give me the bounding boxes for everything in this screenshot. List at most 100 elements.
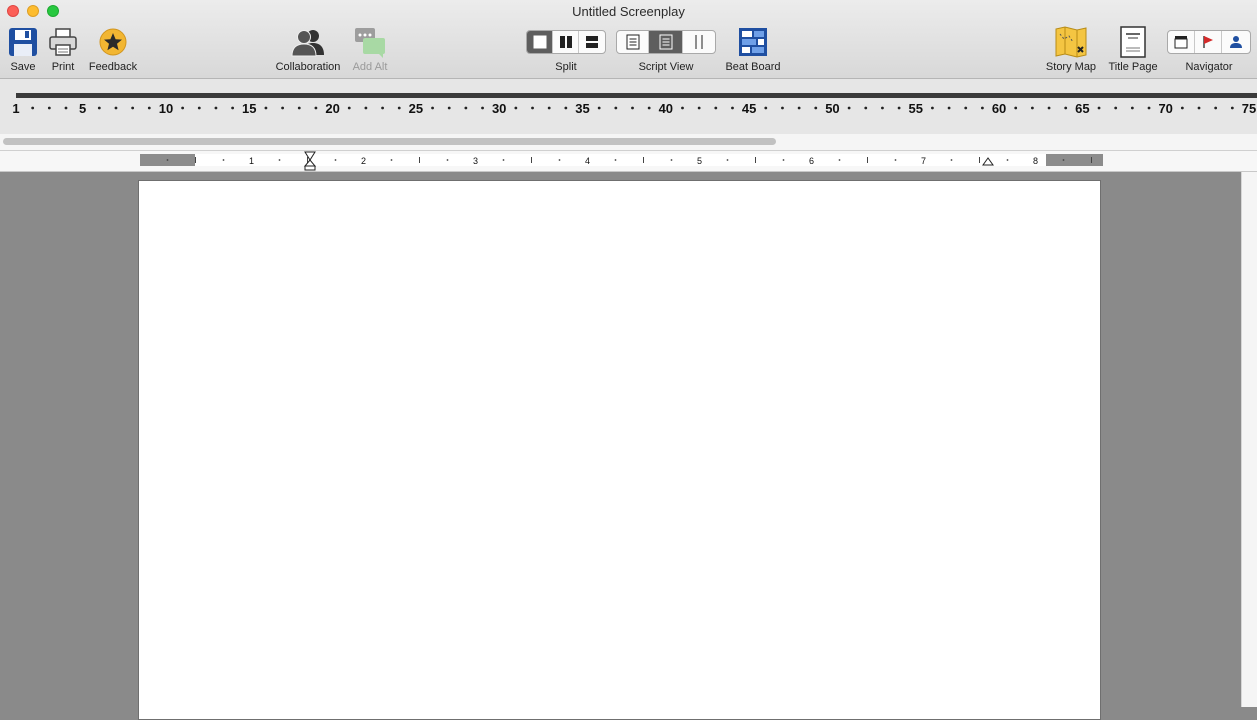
star-badge-icon — [98, 24, 128, 60]
page-view-icon — [626, 34, 639, 50]
column-ruler-label: 20 — [325, 101, 339, 116]
column-ruler-tick — [614, 106, 618, 110]
script-page[interactable] — [138, 180, 1101, 720]
navigator-scenes-button[interactable] — [1168, 31, 1195, 53]
split-vertical-button[interactable] — [553, 31, 579, 53]
columns-view-button[interactable] — [683, 31, 715, 53]
page-ruler-label: 5 — [697, 156, 702, 166]
title-page-button[interactable]: Title Page — [1104, 24, 1162, 73]
story-map-button[interactable]: Story Map — [1043, 24, 1099, 73]
page-ruler-tick — [334, 159, 337, 161]
column-ruler-tick — [481, 106, 484, 110]
floppy-disk-icon — [8, 24, 38, 60]
navigator-characters-button[interactable] — [1222, 31, 1250, 53]
collaboration-button[interactable]: Collaboration — [271, 24, 345, 73]
column-ruler-tick — [314, 106, 318, 110]
column-ruler-tick — [1030, 106, 1034, 110]
column-ruler-label: 5 — [79, 101, 86, 116]
save-label: Save — [10, 61, 36, 73]
page-ruler-label: 6 — [809, 156, 814, 166]
vertical-scrollbar[interactable] — [1241, 172, 1257, 707]
column-ruler-tick — [1130, 106, 1134, 110]
vertical-split-icon — [559, 36, 572, 48]
horizontal-split-icon — [586, 36, 598, 48]
add-alt-label: Add Alt — [352, 61, 388, 73]
print-label: Print — [51, 61, 75, 73]
script-view-segmented-control — [616, 30, 716, 54]
folded-map-icon — [1055, 24, 1087, 60]
column-ruler-label: 40 — [659, 101, 673, 116]
column-ruler-tick — [181, 106, 185, 110]
column-ruler-label: 45 — [742, 101, 756, 116]
printer-icon — [48, 24, 78, 60]
column-ruler-label: 25 — [409, 101, 423, 116]
column-ruler-label: 65 — [1075, 101, 1089, 116]
column-ruler-tick — [714, 106, 718, 110]
column-ruler-tick — [631, 106, 634, 110]
save-button[interactable]: Save — [5, 24, 41, 73]
people-icon — [291, 24, 325, 60]
page-view-button[interactable] — [617, 31, 649, 53]
column-ruler-tick — [647, 106, 651, 110]
column-ruler-tick — [597, 106, 601, 110]
navigator-label: Navigator — [1185, 61, 1233, 73]
document-icon — [1120, 24, 1146, 60]
horizontal-scrollbar[interactable] — [0, 134, 1257, 151]
column-ruler-tick — [1114, 106, 1118, 110]
page-ruler: 1 2 3 4 5 6 7 8 — [0, 151, 1257, 172]
page-ruler-label: 2 — [361, 156, 366, 166]
column-ruler-label: 1 — [12, 101, 19, 116]
story-map-label: Story Map — [1045, 61, 1097, 73]
page-ruler-scale[interactable]: 1 2 3 4 5 6 7 8 — [0, 151, 1257, 171]
page-ruler-tick — [222, 159, 225, 161]
column-ruler-tick — [1064, 106, 1068, 110]
column-ruler-tick — [881, 106, 884, 110]
horizontal-scroll-thumb[interactable] — [3, 138, 776, 145]
navigator-flags-button[interactable] — [1195, 31, 1222, 53]
column-ruler-label: 10 — [159, 101, 173, 116]
column-ruler-tick — [781, 106, 784, 110]
print-button[interactable]: Print — [45, 24, 81, 73]
page-ruler-label: 1 — [249, 156, 254, 166]
clapperboard-icon — [1174, 36, 1188, 49]
split-control: Split — [524, 24, 608, 73]
column-ruler-tick — [847, 106, 851, 110]
collaboration-label: Collaboration — [275, 61, 341, 73]
split-single-view-button[interactable] — [527, 31, 553, 53]
column-ruler-tick — [397, 106, 401, 110]
column-ruler-label: 15 — [242, 101, 256, 116]
page-ruler-label: 7 — [921, 156, 926, 166]
split-horizontal-button[interactable] — [579, 31, 605, 53]
speech-bubbles-icon — [353, 24, 387, 60]
column-ruler-tick — [147, 106, 151, 110]
page-ruler-tick — [782, 159, 785, 161]
speed-view-icon — [659, 34, 672, 50]
column-ruler-tick — [864, 106, 868, 110]
page-ruler-label: 8 — [1033, 156, 1038, 166]
speed-view-button[interactable] — [649, 31, 683, 53]
page-ruler-tick — [894, 159, 897, 161]
column-ruler-tick — [264, 106, 268, 110]
column-ruler-tick — [981, 106, 984, 110]
column-ruler-tick — [381, 106, 384, 110]
column-ruler-tick — [814, 106, 818, 110]
column-ruler-tick — [431, 106, 434, 110]
column-ruler-tick — [447, 106, 451, 110]
feedback-button[interactable]: Feedback — [86, 24, 140, 73]
beat-board-button[interactable]: Beat Board — [722, 24, 784, 73]
column-ruler[interactable]: 1 5 10 15 20 25 30 35 40 45 50 55 60 65 70 75 — [0, 91, 1257, 131]
column-ruler-tick — [1197, 106, 1201, 110]
column-ruler-tick — [697, 106, 701, 110]
page-ruler-tick — [670, 159, 673, 161]
page-ruler-label: 4 — [585, 156, 590, 166]
page-ruler-tick — [166, 159, 169, 161]
single-pane-icon — [533, 35, 546, 49]
column-ruler-tick — [531, 106, 534, 110]
column-ruler-tick — [964, 106, 968, 110]
column-ruler-tick — [31, 106, 35, 110]
column-ruler-tick — [514, 106, 518, 110]
column-ruler-label: 55 — [909, 101, 923, 116]
add-alt-button[interactable]: Add Alt — [349, 24, 391, 73]
column-ruler-tick — [764, 106, 768, 110]
column-ruler-tick — [64, 106, 68, 110]
